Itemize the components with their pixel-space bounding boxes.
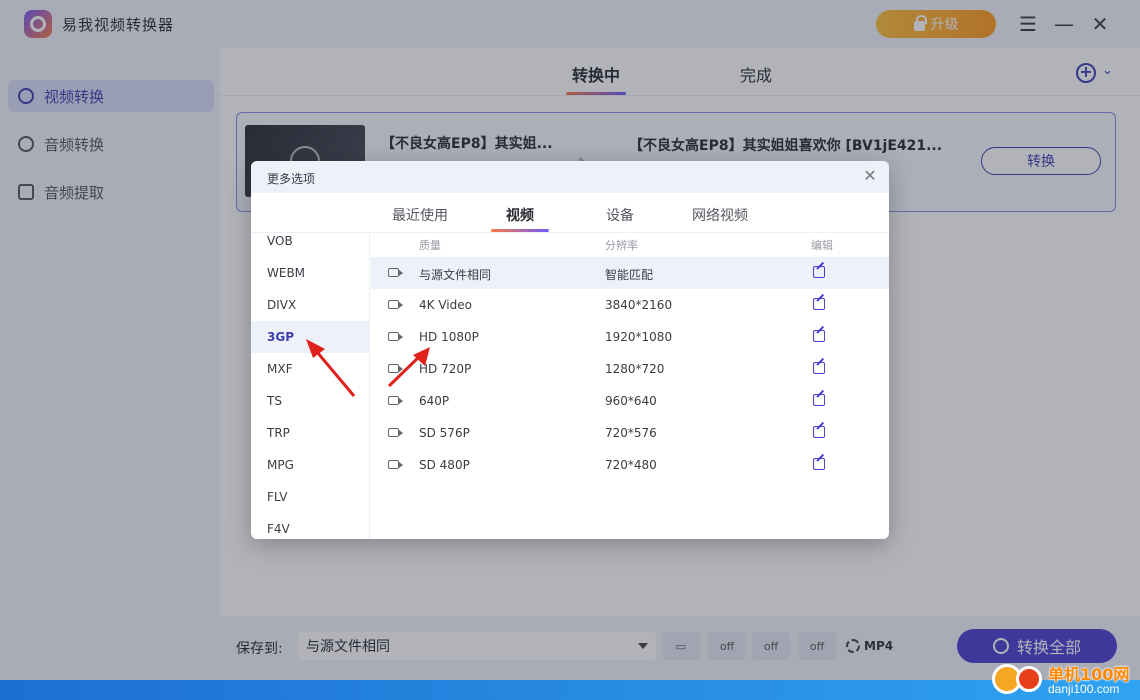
edit-icon[interactable] (813, 362, 825, 374)
active-tab-underline (491, 229, 549, 232)
quality-table: 质量 分辨率 编辑 与源文件相同 智能匹配 4K Video 3840*2160… (371, 233, 889, 539)
edit-icon[interactable] (813, 298, 825, 310)
video-camera-icon (388, 460, 403, 469)
tab-device[interactable]: 设备 (606, 205, 634, 225)
format-list: VOB WEBM DIVX 3GP MXF TS TRP MPG FLV F4V (251, 233, 370, 539)
quality-name: 4K Video (419, 298, 472, 312)
list-item-selected[interactable]: 3GP (251, 321, 369, 353)
quality-name: 640P (419, 394, 450, 408)
list-item[interactable]: DIVX (251, 289, 369, 321)
video-camera-icon (388, 364, 403, 373)
list-item[interactable]: WEBM (251, 257, 369, 289)
more-options-dialog: 更多选项 ✕ 最近使用 视频 设备 网络视频 VOB WEBM DIVX 3GP… (251, 161, 889, 539)
list-item[interactable]: TRP (251, 417, 369, 449)
video-camera-icon (388, 428, 403, 437)
resolution-value: 1920*1080 (605, 330, 673, 344)
list-item[interactable]: F4V (251, 513, 369, 539)
edit-icon[interactable] (813, 426, 825, 438)
edit-icon[interactable] (813, 458, 825, 470)
resolution-value: 960*640 (605, 394, 657, 408)
video-camera-icon (388, 268, 403, 277)
column-header-resolution: 分辨率 (605, 239, 638, 252)
resolution-value: 智能匹配 (605, 268, 654, 282)
table-row[interactable]: 4K Video 3840*2160 (371, 289, 889, 321)
list-item[interactable]: FLV (251, 481, 369, 513)
column-header-edit: 编辑 (811, 239, 833, 252)
edit-icon[interactable] (813, 266, 825, 278)
list-item[interactable]: VOB (251, 233, 369, 257)
dialog-title: 更多选项 (267, 172, 316, 186)
tab-web-video[interactable]: 网络视频 (692, 205, 748, 225)
quality-name: 与源文件相同 (419, 268, 492, 282)
taskbar (0, 680, 1140, 700)
video-camera-icon (388, 300, 403, 309)
quality-name: SD 480P (419, 458, 470, 472)
close-icon[interactable]: ✕ (861, 167, 879, 185)
resolution-value: 1280*720 (605, 362, 665, 376)
table-row[interactable]: SD 576P 720*576 (371, 417, 889, 449)
video-camera-icon (388, 396, 403, 405)
table-row[interactable]: 与源文件相同 智能匹配 (371, 257, 889, 289)
tab-video[interactable]: 视频 (506, 205, 534, 225)
list-item[interactable]: TS (251, 385, 369, 417)
video-camera-icon (388, 332, 403, 341)
list-item[interactable]: MPG (251, 449, 369, 481)
table-row[interactable]: 640P 960*640 (371, 385, 889, 417)
edit-icon[interactable] (813, 394, 825, 406)
tab-recent[interactable]: 最近使用 (392, 205, 448, 225)
edit-icon[interactable] (813, 330, 825, 342)
list-item[interactable]: MXF (251, 353, 369, 385)
resolution-value: 720*576 (605, 426, 657, 440)
column-header-quality: 质量 (419, 239, 441, 252)
quality-name: SD 576P (419, 426, 470, 440)
table-row[interactable]: HD 720P 1280*720 (371, 353, 889, 385)
watermark-logo: 单机100网 danji100.com (990, 660, 1140, 700)
resolution-value: 3840*2160 (605, 298, 673, 312)
dialog-header: 更多选项 ✕ (251, 161, 889, 193)
watermark-circle-icon (1016, 666, 1042, 692)
resolution-value: 720*480 (605, 458, 657, 472)
table-row[interactable]: HD 1080P 1920*1080 (371, 321, 889, 353)
watermark-url: danji100.com (1048, 682, 1120, 696)
quality-name: HD 1080P (419, 330, 479, 344)
quality-name: HD 720P (419, 362, 472, 376)
dialog-tabs: 最近使用 视频 设备 网络视频 (251, 193, 889, 233)
table-row[interactable]: SD 480P 720*480 (371, 449, 889, 481)
